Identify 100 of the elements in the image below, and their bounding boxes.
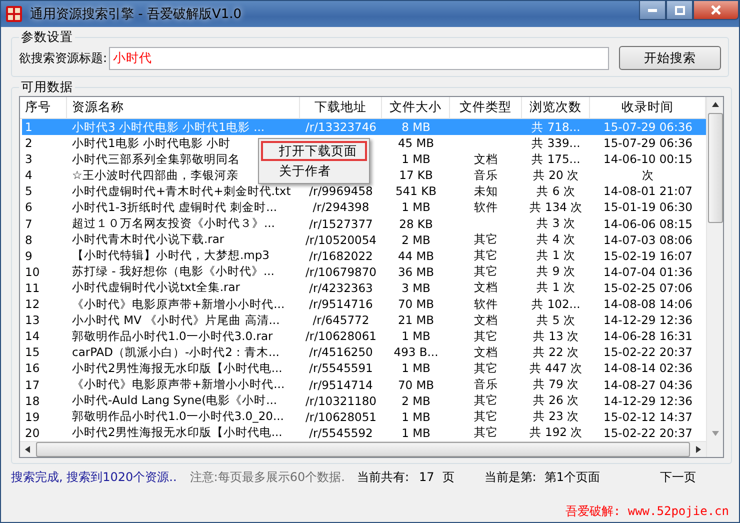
table-cell[interactable]: 共 4 次	[522, 232, 590, 248]
table-cell[interactable]: 15	[22, 344, 67, 360]
table-cell[interactable]: 1 MB	[382, 151, 450, 168]
table-cell[interactable]: /r/10321180	[300, 392, 382, 409]
table-cell[interactable]: /r/9514714	[300, 376, 382, 393]
table-cell[interactable]: /r/9969458	[300, 183, 382, 200]
table-cell[interactable]: 共 339...	[522, 135, 590, 152]
table-cell[interactable]: 1 MB	[382, 424, 450, 441]
table-cell[interactable]: 1 MB	[382, 408, 450, 425]
close-button[interactable]	[693, 1, 739, 20]
table-cell[interactable]: 文档	[450, 151, 522, 168]
table-cell[interactable]: 17	[22, 376, 67, 393]
table-cell[interactable]: 18	[22, 392, 67, 409]
table-cell[interactable]: 45 MB	[382, 135, 450, 152]
table-cell[interactable]: 【小时代特辑】小时代，大梦想.mp3	[67, 248, 300, 264]
column-header[interactable]: 资源名称	[67, 97, 300, 118]
table-cell[interactable]: 《小时代》电影原声带+新增小小时代...	[67, 296, 300, 312]
table-cell[interactable]: 15-02-22 20:37	[590, 424, 706, 441]
table-cell[interactable]: 共 9 次	[522, 264, 590, 280]
table-cell[interactable]: 13	[22, 312, 67, 328]
table-cell[interactable]: 14-06-10 00:15	[590, 151, 706, 168]
table-cell[interactable]: 《小时代》电影原声带+新增小小时代...	[67, 376, 300, 393]
table-cell[interactable]: 共 1 次	[522, 280, 590, 296]
table-cell[interactable]: /r/4516250	[300, 344, 382, 360]
table-cell[interactable]: /r/1682022	[300, 248, 382, 264]
horizontal-scrollbar[interactable]	[20, 440, 706, 458]
table-cell[interactable]: 2	[22, 135, 67, 152]
table-cell[interactable]: 4	[22, 167, 67, 184]
table-cell[interactable]: 15-02-25 07:06	[590, 280, 706, 296]
menu-item[interactable]: 关于作者	[261, 161, 367, 181]
table-cell[interactable]: /r/5545592	[300, 424, 382, 441]
table-cell[interactable]: /r/10628061	[300, 328, 382, 344]
table-cell[interactable]: 14-08-14 02:36	[590, 360, 706, 376]
table-cell[interactable]: 3	[22, 151, 67, 168]
vertical-scrollbar[interactable]	[706, 97, 723, 457]
table-cell[interactable]: /r/645772	[300, 312, 382, 328]
table-cell[interactable]: 共 26 次	[522, 392, 590, 409]
table-cell[interactable]: 14-12-29 12:36	[590, 392, 706, 409]
minimize-button[interactable]	[639, 1, 666, 20]
maximize-button[interactable]	[666, 1, 693, 20]
next-page-link[interactable]: 下一页	[660, 468, 696, 486]
table-cell[interactable]: 17 KB	[382, 167, 450, 184]
column-header[interactable]: 文件大小	[382, 97, 450, 118]
table-cell[interactable]: 其它	[450, 328, 522, 344]
table-cell[interactable]: 15-02-19 16:07	[590, 248, 706, 264]
column-header[interactable]: 文件类型	[450, 97, 522, 118]
table-cell[interactable]: /r/5545591	[300, 360, 382, 376]
table-cell[interactable]: 音乐	[450, 376, 522, 393]
table-cell[interactable]: 11	[22, 280, 67, 296]
table-cell[interactable]: /r/10628051	[300, 408, 382, 425]
table-cell[interactable]: 14-07-04 01:36	[590, 264, 706, 280]
table-cell[interactable]: 超过１０万名网友投资《小时代３》...	[67, 216, 300, 232]
table-cell[interactable]: 其它	[450, 408, 522, 425]
table-cell[interactable]: 郭敬明作品小时代1.0一小时代3.0.rar	[67, 328, 300, 344]
table-cell[interactable]: 小时代虚铜时代+青木时代+刺金时代.txt	[67, 183, 300, 200]
table-cell[interactable]: 郭敬明作品小时代1.0一小时代3.0_20...	[67, 408, 300, 425]
table-cell[interactable]: 70 MB	[382, 296, 450, 312]
table-cell[interactable]: 3 MB	[382, 280, 450, 296]
table-cell[interactable]: 次	[590, 167, 706, 184]
table-cell[interactable]: 共 13 次	[522, 328, 590, 344]
table-cell[interactable]: carPAD（凯派小白）-小时代2：青木...	[67, 344, 300, 360]
table-cell[interactable]: 音乐	[450, 167, 522, 184]
table-cell[interactable]: 共 6 次	[522, 183, 590, 200]
table-cell[interactable]: /r/9514716	[300, 296, 382, 312]
table-cell[interactable]: 共 3 次	[522, 216, 590, 232]
search-field[interactable]: 小时代	[109, 46, 609, 70]
table-cell[interactable]: 1 MB	[382, 328, 450, 344]
table-cell[interactable]: /r/1527377	[300, 216, 382, 232]
column-header[interactable]: 下载地址	[300, 97, 382, 118]
table-cell[interactable]: 其它	[450, 424, 522, 441]
table-cell[interactable]: /r/10520054	[300, 232, 382, 248]
table-cell[interactable]: 44 MB	[382, 248, 450, 264]
table-cell[interactable]: 14-07-03 08:06	[590, 232, 706, 248]
table-cell[interactable]: 其它	[450, 360, 522, 376]
table-cell[interactable]: 15-02-12 14:37	[590, 408, 706, 425]
table-cell[interactable]: 5	[22, 183, 67, 200]
table-cell[interactable]: 9	[22, 248, 67, 264]
table-cell[interactable]: 16	[22, 360, 67, 376]
table-cell[interactable]: 文档	[450, 280, 522, 296]
table-cell[interactable]: 其它	[450, 264, 522, 280]
table-cell[interactable]: 共 102...	[522, 296, 590, 312]
menu-item[interactable]: 打开下载页面	[261, 141, 367, 161]
table-cell[interactable]: 软件	[450, 199, 522, 216]
table-cell[interactable]: 15-01-19 06:30	[590, 199, 706, 216]
table-cell[interactable]: 70 MB	[382, 376, 450, 393]
table-cell[interactable]: /r/4232363	[300, 280, 382, 296]
table-cell[interactable]: 2 MB	[382, 232, 450, 248]
table-cell[interactable]: 36 MB	[382, 264, 450, 280]
table-cell[interactable]: 文档	[450, 312, 522, 328]
table-cell[interactable]: 1 MB	[382, 360, 450, 376]
table-cell[interactable]: 1 MB	[382, 199, 450, 216]
table-cell[interactable]: 共 447 次	[522, 360, 590, 376]
table-cell[interactable]: 小时代青木时代小说下载.rar	[67, 232, 300, 248]
table-cell[interactable]: 小时代2男性海报无水印版【小时代电...	[67, 424, 300, 441]
table-cell[interactable]: 14-08-27 04:36	[590, 376, 706, 393]
search-button[interactable]: 开始搜索	[619, 46, 721, 70]
table-cell[interactable]: 未知	[450, 183, 522, 200]
table-cell[interactable]: 7	[22, 216, 67, 232]
table-cell[interactable]: 15-07-29 06:36	[590, 135, 706, 152]
table-cell[interactable]: 493 B...	[382, 344, 450, 360]
